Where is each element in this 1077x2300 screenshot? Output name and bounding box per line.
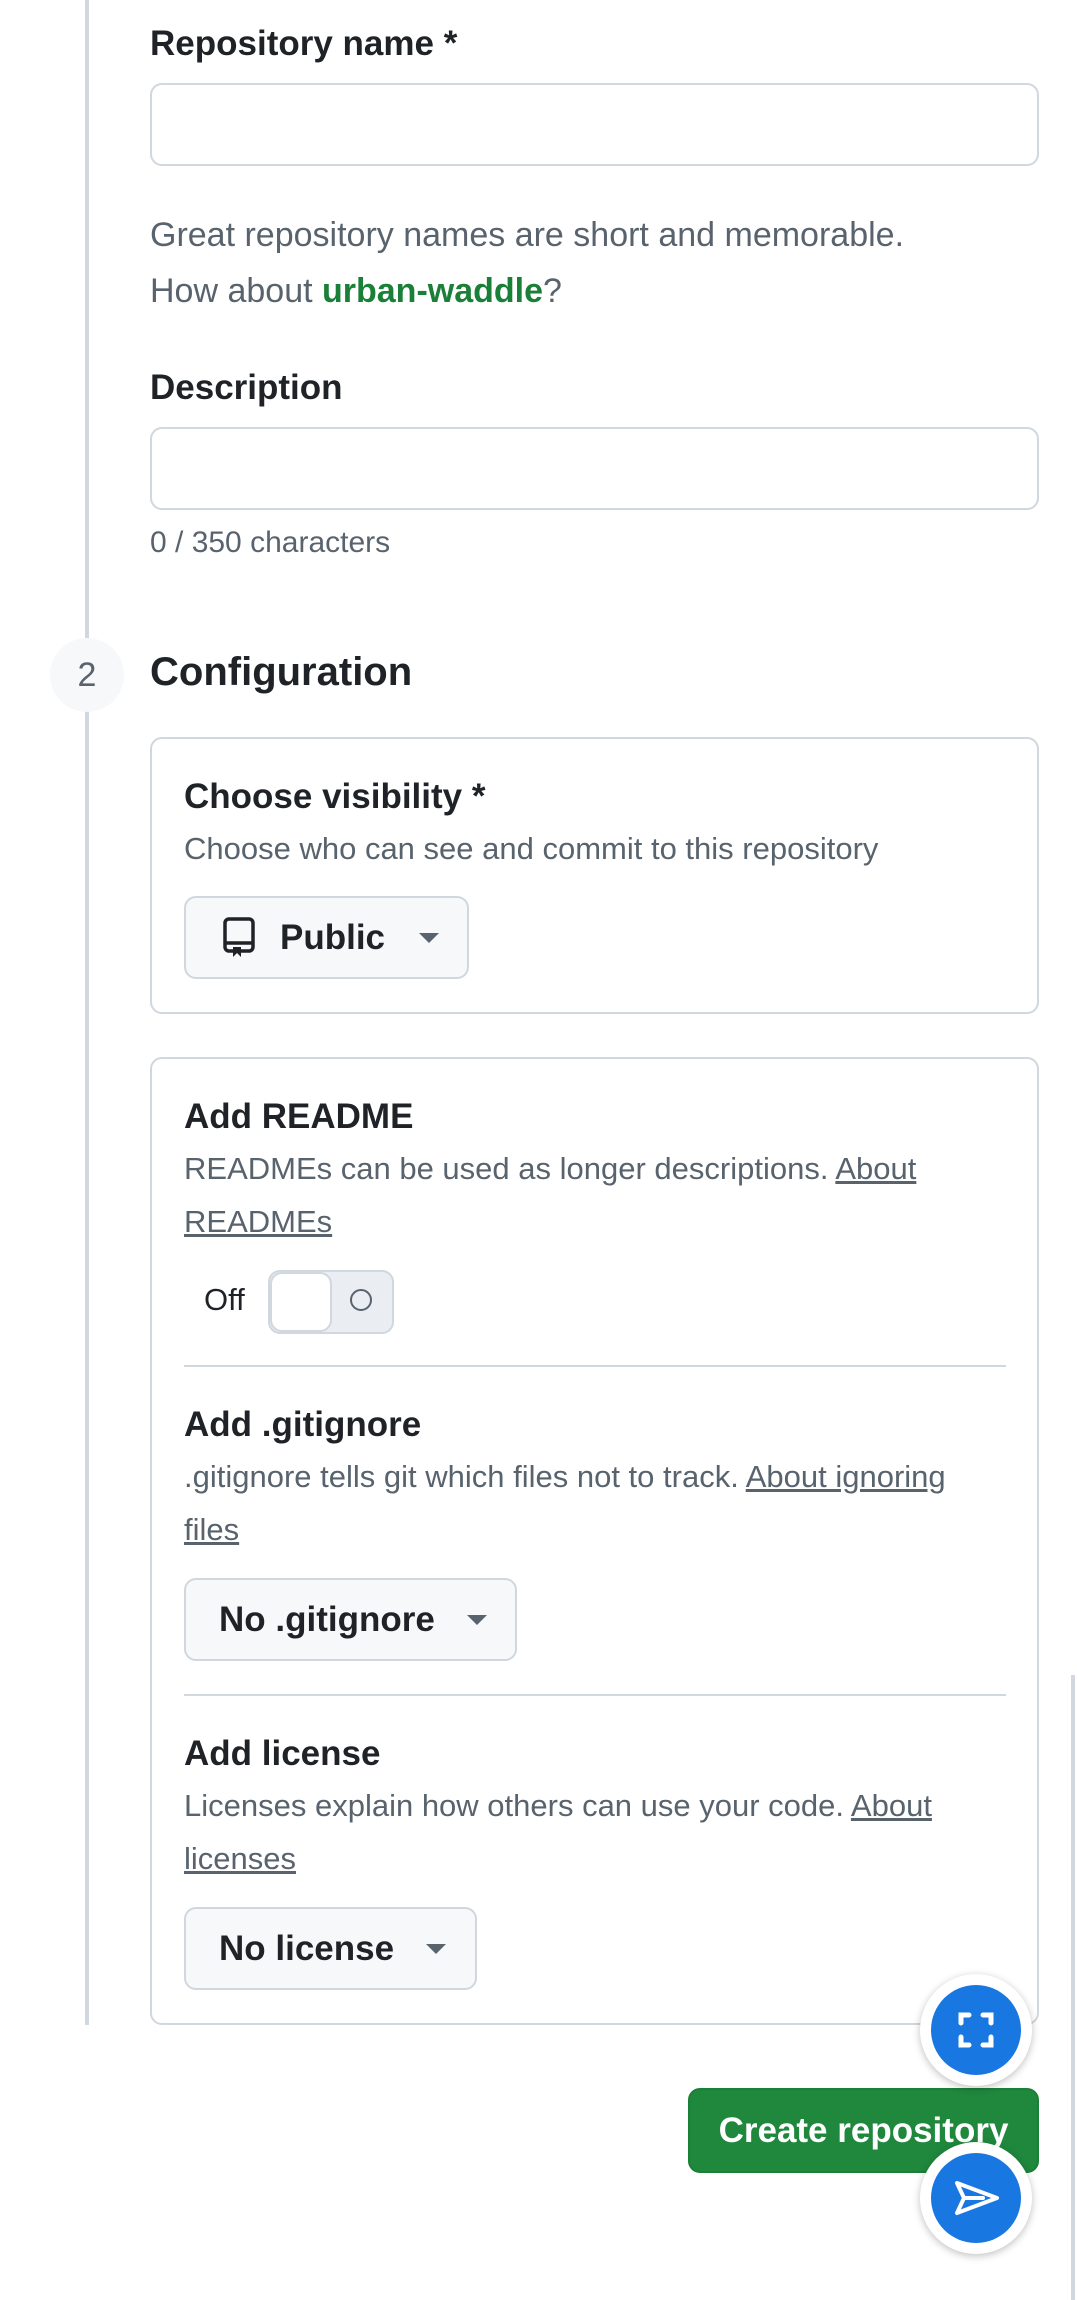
readme-toggle-state: Off — [204, 1282, 245, 1317]
chevron-down-icon — [466, 1614, 487, 1625]
about-licenses-link-cont[interactable]: licenses — [184, 1841, 296, 1876]
name-suggestion-link[interactable]: urban-waddle — [322, 272, 543, 310]
readme-title: Add README — [184, 1097, 414, 1136]
toggle-off-icon — [350, 1289, 372, 1311]
license-selected: No license — [219, 1928, 395, 1968]
chevron-down-icon — [419, 932, 440, 943]
repo-name-label: Repository name * — [150, 24, 458, 63]
divider — [184, 1365, 1006, 1367]
screenshot-frame-icon — [931, 1985, 1021, 2075]
about-readmes-link-cont[interactable]: READMEs — [184, 1204, 332, 1239]
license-desc: Licenses explain how others can use your… — [184, 1779, 1014, 1885]
repo-name-hint: Great repository names are short and mem… — [150, 207, 1050, 319]
hint-how-about: How about — [150, 272, 322, 310]
hint-line-1: Great repository names are short and mem… — [150, 216, 905, 254]
description-input[interactable] — [150, 427, 1039, 510]
section-title: Configuration — [150, 650, 413, 694]
hint-line-2: How about urban-waddle? — [150, 263, 1050, 319]
gitignore-desc: .gitignore tells git which files not to … — [184, 1450, 1014, 1556]
repo-name-input[interactable] — [150, 83, 1039, 166]
send-fab[interactable] — [920, 2142, 1032, 2254]
screenshot-fab[interactable] — [920, 1974, 1032, 2086]
gitignore-selected: No .gitignore — [219, 1599, 435, 1639]
step-number-badge: 2 — [50, 638, 124, 712]
readme-desc: READMEs can be used as longer descriptio… — [184, 1142, 1004, 1248]
license-title: Add license — [184, 1734, 381, 1773]
description-label: Description — [150, 368, 343, 407]
scrollbar[interactable] — [1071, 1675, 1075, 2300]
gitignore-title: Add .gitignore — [184, 1405, 422, 1444]
visibility-dropdown[interactable]: Public — [184, 896, 469, 979]
send-icon — [931, 2153, 1021, 2243]
divider — [184, 1694, 1006, 1696]
repo-icon — [222, 916, 256, 959]
about-ignoring-link[interactable]: About ignoring — [746, 1459, 946, 1494]
visibility-title: Choose visibility * — [184, 777, 486, 816]
visibility-desc: Choose who can see and commit to this re… — [184, 831, 879, 866]
license-desc-text: Licenses explain how others can use your… — [184, 1788, 845, 1823]
about-licenses-link[interactable]: About — [851, 1788, 932, 1823]
about-readmes-link[interactable]: About — [835, 1151, 916, 1186]
license-dropdown[interactable]: No license — [184, 1907, 477, 1990]
readme-toggle[interactable] — [268, 1270, 394, 1334]
readme-desc-text: READMEs can be used as longer descriptio… — [184, 1151, 829, 1186]
gitignore-desc-text: .gitignore tells git which files not to … — [184, 1459, 739, 1494]
toggle-knob — [270, 1272, 332, 1332]
chevron-down-icon — [426, 1943, 447, 1954]
description-char-count: 0 / 350 characters — [150, 526, 391, 559]
hint-suffix: ? — [543, 272, 562, 310]
gitignore-dropdown[interactable]: No .gitignore — [184, 1578, 517, 1661]
about-ignoring-link-cont[interactable]: files — [184, 1512, 239, 1547]
step-rail — [85, 0, 89, 2025]
visibility-selected: Public — [280, 917, 386, 957]
